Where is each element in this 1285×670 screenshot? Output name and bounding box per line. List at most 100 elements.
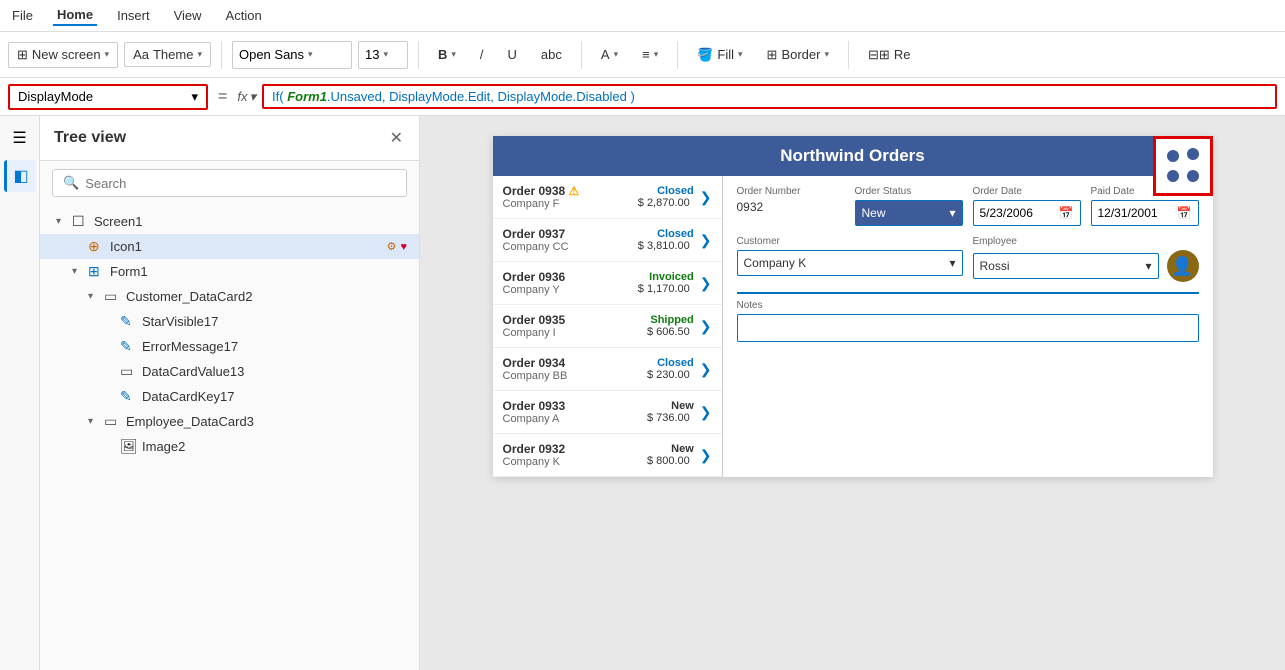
tree-item-image2[interactable]: 🖼 Image2	[40, 434, 419, 459]
tree-search-box[interactable]: 🔍	[52, 169, 407, 197]
tree-item-form1[interactable]: ▾ ⊞ Form1	[40, 259, 419, 284]
order-amount-0933: $ 736.00	[647, 412, 690, 424]
order-item-0932[interactable]: Order 0932 Company K New $ 800.00 ❯	[493, 434, 722, 477]
icon1-label: Icon1	[110, 239, 383, 254]
font-name-dropdown[interactable]: Open Sans ▾	[232, 41, 352, 69]
order-status-0932: New	[647, 443, 694, 455]
form1-label: Form1	[110, 264, 407, 279]
order-company-0937: Company CC	[503, 241, 638, 253]
employee-row: Rossi ▾ 👤	[973, 250, 1199, 282]
layers-icon: ◧	[13, 166, 28, 186]
fill-caret-icon: ▾	[738, 49, 743, 60]
order-date-label: Order Date	[973, 186, 1081, 197]
notes-label: Notes	[737, 300, 1199, 311]
order-item-0938[interactable]: Order 0938 ⚠ Company F Closed $ 2,870.00…	[493, 176, 722, 219]
ribbon-separator-3	[581, 41, 582, 69]
order-amount-0932: $ 800.00	[647, 455, 690, 467]
hamburger-icon: ☰	[12, 128, 26, 148]
tree-item-datacardkey17[interactable]: ✎ DataCardKey17	[40, 384, 419, 409]
tree-content: ▾ ☐ Screen1 ⊕ Icon1 ⚙ ♥ ▾ ⊞ Form1	[40, 205, 419, 670]
order-item-0937[interactable]: Order 0937 Company CC Closed $ 3,810.00 …	[493, 219, 722, 262]
sidebar-hamburger-button[interactable]: ☰	[4, 122, 36, 154]
tree-caret-employee: ▾	[88, 416, 100, 427]
underline-button[interactable]: U	[499, 42, 526, 67]
fx-button[interactable]: fx ▾	[237, 89, 256, 105]
order-detail: Order Number 0932 Order Status New ▾ Ord…	[723, 176, 1213, 477]
strikethrough-button[interactable]: abc	[532, 42, 571, 67]
tree-close-button[interactable]: ✕	[388, 126, 405, 150]
customer-label: Customer	[737, 236, 963, 247]
order-info-0938: Order 0938 ⚠ Company F	[503, 184, 638, 210]
tree-header: Tree view ✕	[40, 116, 419, 161]
order-item-0934[interactable]: Order 0934 Company BB Closed $ 230.00 ❯	[493, 348, 722, 391]
ribbon-separator-2	[418, 41, 419, 69]
menu-home[interactable]: Home	[53, 5, 97, 26]
fx-caret-icon: ▾	[249, 89, 256, 105]
order-status-0934: Closed	[647, 357, 694, 369]
order-arrow-icon-0933: ❯	[700, 404, 712, 421]
order-info-0937: Order 0937 Company CC	[503, 227, 638, 253]
font-color-button[interactable]: A ▾	[592, 42, 627, 67]
menu-file[interactable]: File	[8, 6, 37, 25]
reorder-button[interactable]: ⊟⊞ Re	[859, 42, 919, 68]
tree-item-datacardvalue13[interactable]: ▭ DataCardValue13	[40, 359, 419, 384]
notes-input[interactable]	[737, 314, 1199, 342]
employee-label: Employee	[973, 236, 1199, 247]
icon-widget[interactable]	[1153, 136, 1213, 196]
order-num-0938: Order 0938 ⚠	[503, 184, 638, 198]
tree-item-icon1[interactable]: ⊕ Icon1 ⚙ ♥	[40, 234, 419, 259]
order-num-0935: Order 0935	[503, 313, 647, 327]
order-item-0936[interactable]: Order 0936 Company Y Invoiced $ 1,170.00…	[493, 262, 722, 305]
bold-button[interactable]: B ▾	[429, 42, 465, 67]
name-box-value: DisplayMode	[18, 89, 93, 104]
formula-input[interactable]: If( Form1.Unsaved, DisplayMode.Edit, Dis…	[262, 84, 1277, 109]
menu-insert[interactable]: Insert	[113, 6, 154, 25]
font-size-dropdown[interactable]: 13 ▾	[358, 41, 408, 69]
order-arrow-icon-0934: ❯	[700, 361, 712, 378]
align-button[interactable]: ≡ ▾	[633, 42, 667, 67]
menu-view[interactable]: View	[170, 6, 206, 25]
employee-field: Employee Rossi ▾ 👤	[973, 236, 1199, 282]
fill-button[interactable]: 🪣 Fill ▾	[688, 42, 751, 68]
new-screen-button[interactable]: ⊞ New screen ▾	[8, 42, 118, 68]
bold-caret-icon: ▾	[451, 49, 456, 60]
sidebar-layers-button[interactable]: ◧	[4, 160, 36, 192]
tree-item-errormessage17[interactable]: ✎ ErrorMessage17	[40, 334, 419, 359]
paid-date-input[interactable]: 12/31/2001 📅	[1091, 200, 1199, 226]
order-info-0934: Order 0934 Company BB	[503, 356, 647, 382]
detail-row-1: Order Number 0932 Order Status New ▾ Ord…	[737, 186, 1199, 226]
tree-item-employee-datacard3[interactable]: ▾ ▭ Employee_DataCard3	[40, 409, 419, 434]
name-box[interactable]: DisplayMode ▾	[8, 84, 208, 110]
order-num-0937: Order 0937	[503, 227, 638, 241]
font-caret-icon: ▾	[308, 49, 313, 60]
customer-select[interactable]: Company K ▾	[737, 250, 963, 276]
order-arrow-icon-0935: ❯	[700, 318, 712, 335]
order-item-0933[interactable]: Order 0933 Company A New $ 736.00 ❯	[493, 391, 722, 434]
order-item-0935[interactable]: Order 0935 Company I Shipped $ 606.50 ❯	[493, 305, 722, 348]
tree-item-screen1[interactable]: ▾ ☐ Screen1	[40, 209, 419, 234]
border-button[interactable]: ⊞ Border ▾	[758, 42, 838, 68]
search-input[interactable]	[85, 176, 396, 191]
menu-action[interactable]: Action	[222, 6, 266, 25]
fill-bucket-icon: 🪣	[697, 47, 713, 63]
italic-button[interactable]: /	[471, 42, 493, 67]
tree-item-starvisible17[interactable]: ✎ StarVisible17	[40, 309, 419, 334]
search-icon: 🔍	[63, 175, 79, 191]
orders-list: Order 0938 ⚠ Company F Closed $ 2,870.00…	[493, 176, 723, 477]
order-amount-0934: $ 230.00	[647, 369, 690, 381]
icon1-type-icon: ⊕	[88, 238, 106, 255]
employee-datacard-icon: ▭	[104, 413, 122, 430]
order-date-input[interactable]: 5/23/2006 📅	[973, 200, 1081, 226]
border-label: Border	[781, 47, 820, 62]
theme-button[interactable]: Aa Theme ▾	[124, 42, 211, 67]
errormessage-icon: ✎	[120, 338, 138, 355]
tree-item-customer-datacard2[interactable]: ▾ ▭ Customer_DataCard2	[40, 284, 419, 309]
employee-select[interactable]: Rossi ▾	[973, 253, 1159, 279]
order-status-select[interactable]: New ▾	[855, 200, 963, 226]
name-box-caret-icon: ▾	[191, 89, 198, 105]
ribbon: ⊞ New screen ▾ Aa Theme ▾ Open Sans ▾ 13…	[0, 32, 1285, 78]
employee-caret-icon: ▾	[1145, 259, 1151, 273]
order-status-0937: Closed	[638, 228, 694, 240]
order-company-0934: Company BB	[503, 370, 647, 382]
form1-type-icon: ⊞	[88, 263, 106, 280]
